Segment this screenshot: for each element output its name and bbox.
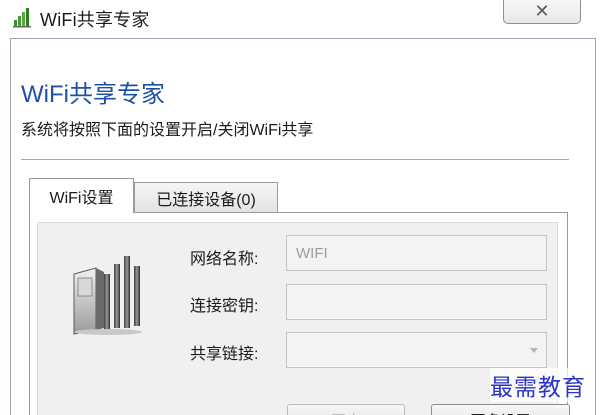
tab-connected-devices[interactable]: 已连接设备(0): [134, 182, 278, 212]
connection-key-label: 连接密钥:: [190, 298, 259, 315]
page-subtitle: 系统将按照下面的设置开启/关闭WiFi共享: [21, 122, 314, 139]
share-link-label: 共享链接:: [190, 346, 259, 363]
more-settings-button[interactable]: 更多设置: [431, 404, 570, 415]
connection-key-input[interactable]: [286, 284, 547, 320]
page-title: WiFi共享专家: [21, 81, 165, 108]
network-name-input[interactable]: [286, 235, 547, 271]
window-titlebar: WiFi共享专家 ✕: [0, 0, 613, 36]
share-link-select[interactable]: [286, 332, 547, 368]
chevron-down-icon: [530, 347, 538, 353]
window-title: WiFi共享专家: [40, 10, 150, 30]
watermark: 最需教育: [490, 368, 586, 402]
signal-bars-icon: [13, 8, 31, 28]
network-name-label: 网络名称:: [190, 251, 259, 268]
close-icon: ✕: [534, 0, 550, 21]
close-button[interactable]: ✕: [503, 0, 581, 24]
start-button[interactable]: 开启: [287, 404, 405, 415]
tab-wifi-settings[interactable]: WiFi设置: [29, 178, 134, 213]
header-separator: [21, 159, 569, 160]
wireless-router-icon: [73, 256, 142, 335]
